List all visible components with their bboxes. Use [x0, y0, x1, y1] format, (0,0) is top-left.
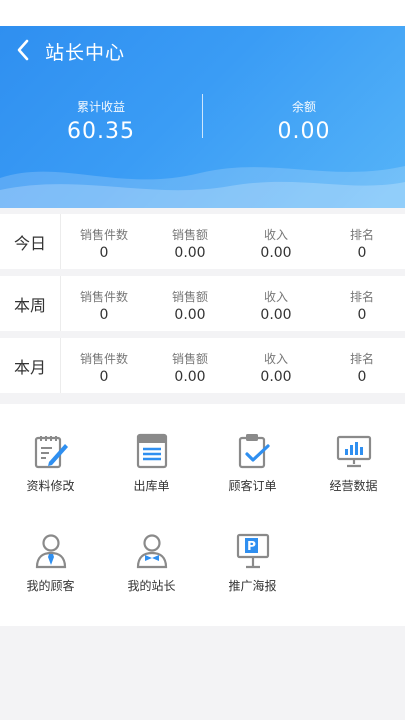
sales-count-cell: 销售件数 0 — [61, 338, 147, 393]
period-row-today: 今日 销售件数 0 销售额 0.00 收入 0.00 排名 0 — [0, 214, 405, 269]
cell-value: 0 — [357, 307, 367, 323]
period-label: 本月 — [0, 338, 61, 393]
monitor-chart-icon — [336, 435, 371, 468]
column-label: 收入 — [263, 352, 288, 366]
sales-count-cell: 销售件数 0 — [61, 214, 147, 269]
cell-value: 0.00 — [174, 307, 206, 323]
menu-edit-profile[interactable]: 资料修改 — [0, 408, 101, 508]
column-label: 销售额 — [171, 352, 208, 366]
balance-label: 余额 — [291, 100, 316, 114]
column-label: 销售件数 — [79, 352, 128, 366]
menu-my-customers[interactable]: 我的顾客 — [0, 508, 101, 608]
menu-label: 经营数据 — [329, 479, 378, 493]
cell-value: 0 — [99, 307, 109, 323]
menu-customer-orders[interactable]: 顾客订单 — [202, 408, 303, 508]
column-label: 排名 — [349, 290, 374, 304]
cumulative-earnings-label: 累计收益 — [76, 100, 125, 114]
income-cell: 收入 0.00 — [233, 214, 319, 269]
period-label: 今日 — [0, 214, 61, 269]
rank-cell: 排名 0 — [319, 276, 405, 331]
menu-label: 我的站长 — [127, 579, 176, 593]
clipboard-check-icon — [238, 434, 270, 469]
menu-label: 推广海报 — [228, 579, 277, 593]
menu-label: 顾客订单 — [228, 479, 277, 493]
customer-person-icon — [35, 534, 66, 569]
status-bar — [0, 0, 405, 26]
poster-sign-icon: P — [236, 533, 269, 569]
header-banner: 站长中心 累计收益 60.35 余额 0.00 — [0, 26, 405, 208]
cell-value: 0.00 — [174, 245, 206, 261]
period-label: 本周 — [0, 276, 61, 331]
column-label: 销售额 — [171, 290, 208, 304]
cell-value: 0 — [357, 369, 367, 385]
period-row-week: 本周 销售件数 0 销售额 0.00 收入 0.00 排名 0 — [0, 276, 405, 331]
page-title: 站长中心 — [45, 42, 126, 64]
cumulative-earnings: 累计收益 60.35 — [0, 98, 202, 144]
menu-label: 出库单 — [133, 479, 170, 493]
back-button[interactable] — [8, 32, 38, 68]
column-label: 销售额 — [171, 228, 208, 242]
column-label: 排名 — [349, 352, 374, 366]
menu-label: 我的顾客 — [26, 579, 75, 593]
menu-my-manager[interactable]: 我的站长 — [101, 508, 202, 608]
balance: 余额 0.00 — [203, 98, 405, 144]
cell-value: 0.00 — [260, 307, 292, 323]
sales-count-cell: 销售件数 0 — [61, 276, 147, 331]
rank-cell: 排名 0 — [319, 214, 405, 269]
column-label: 销售件数 — [79, 290, 128, 304]
sales-amount-cell: 销售额 0.00 — [147, 338, 233, 393]
cell-value: 0.00 — [260, 369, 292, 385]
column-label: 收入 — [263, 228, 288, 242]
income-cell: 收入 0.00 — [233, 276, 319, 331]
sales-amount-cell: 销售额 0.00 — [147, 276, 233, 331]
cell-value: 0 — [99, 369, 109, 385]
cell-value: 0.00 — [260, 245, 292, 261]
manager-person-icon — [136, 534, 167, 569]
edit-profile-icon — [34, 436, 68, 469]
cumulative-earnings-value: 60.35 — [67, 119, 135, 144]
balance-value: 0.00 — [277, 119, 331, 144]
menu-label: 资料修改 — [26, 479, 75, 493]
chevron-left-icon — [17, 39, 29, 61]
column-label: 排名 — [349, 228, 374, 242]
menu-grid: 资料修改 出库单 顾客订单 经营数据 我的顾客 我的站长 P 推广海报 — [0, 404, 405, 626]
rank-cell: 排名 0 — [319, 338, 405, 393]
period-row-month: 本月 销售件数 0 销售额 0.00 收入 0.00 排名 0 — [0, 338, 405, 393]
sales-amount-cell: 销售额 0.00 — [147, 214, 233, 269]
cell-value: 0 — [357, 245, 367, 261]
cell-value: 0 — [99, 245, 109, 261]
wave-decoration — [0, 166, 405, 208]
menu-promo-poster[interactable]: P 推广海报 — [202, 508, 303, 608]
column-label: 收入 — [263, 290, 288, 304]
menu-outbound-list[interactable]: 出库单 — [101, 408, 202, 508]
svg-text:P: P — [247, 539, 256, 553]
menu-business-data[interactable]: 经营数据 — [303, 408, 404, 508]
column-label: 销售件数 — [79, 228, 128, 242]
income-cell: 收入 0.00 — [233, 338, 319, 393]
outbound-list-icon — [136, 433, 167, 469]
cell-value: 0.00 — [174, 369, 206, 385]
